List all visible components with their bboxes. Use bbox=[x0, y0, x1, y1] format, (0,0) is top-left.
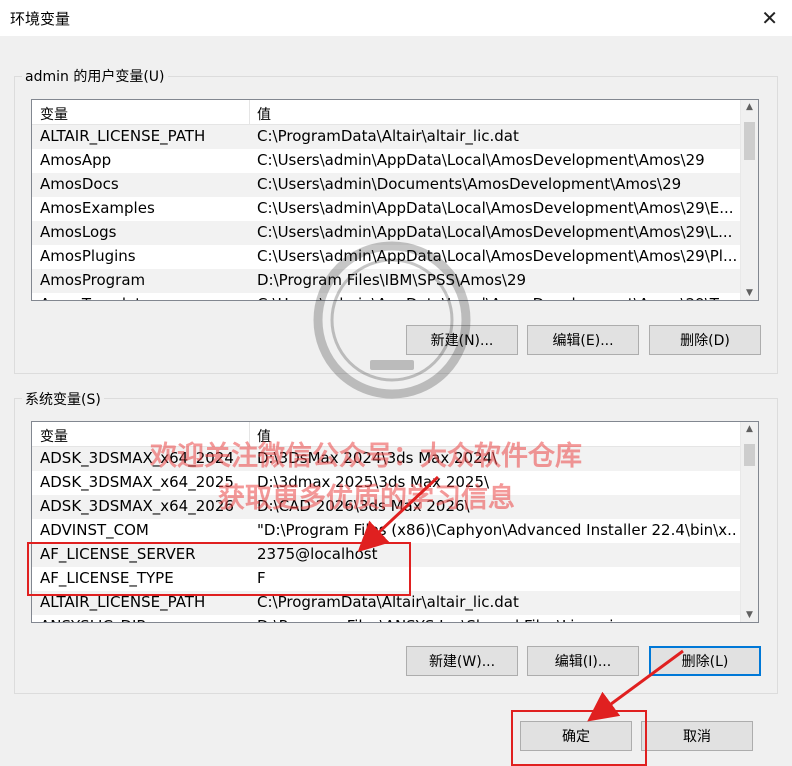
arrow-to-ok-button bbox=[587, 649, 684, 722]
annotation-arrows bbox=[357, 475, 684, 722]
arrow-to-af-license bbox=[357, 475, 440, 553]
